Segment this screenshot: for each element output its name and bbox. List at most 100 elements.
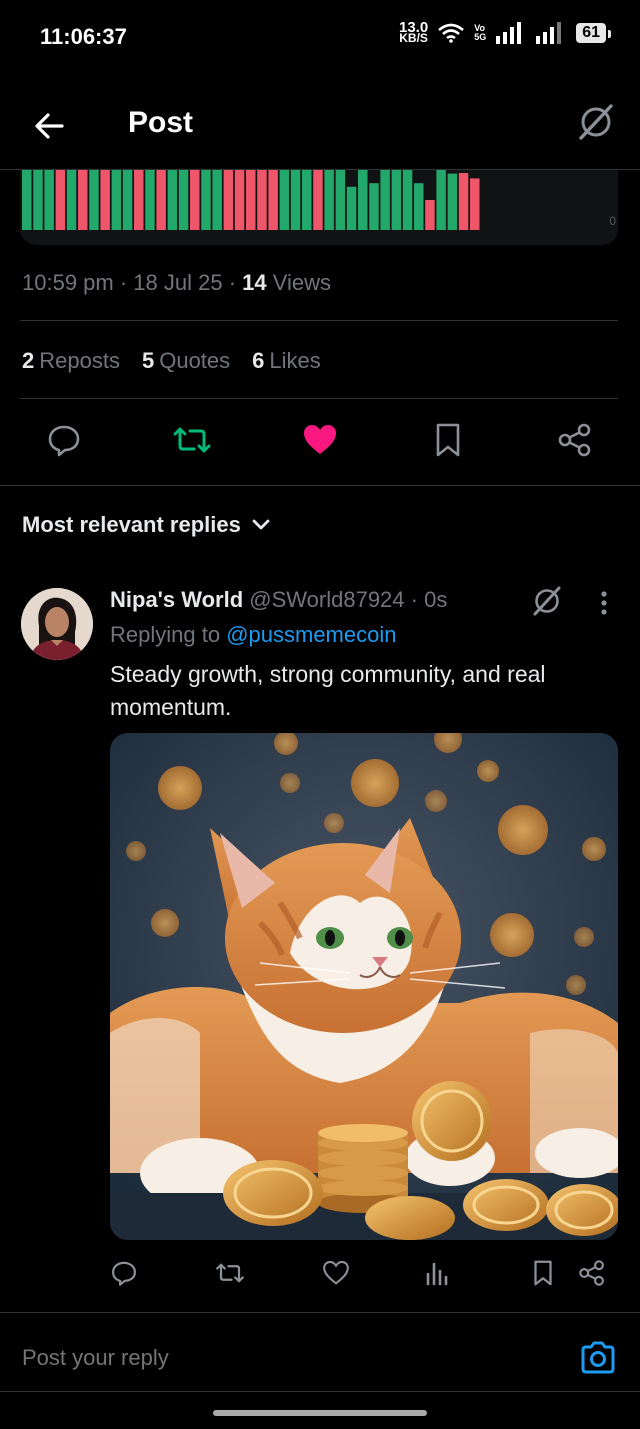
chart-bar [302,170,312,230]
status-bar: 11:06:37 13.0 KB/S Vo 5G 61 [0,0,640,72]
home-indicator[interactable] [213,1410,427,1416]
replies-sort-dropdown[interactable]: Most relevant replies [22,512,271,538]
more-icon[interactable] [592,588,616,620]
chart-bar [380,170,390,230]
chart-bar [268,170,278,230]
divider [0,485,640,486]
reply-reply-button[interactable] [108,1256,140,1290]
reposts-stat[interactable]: 2 Reposts [22,348,120,374]
retweet-button[interactable] [172,418,212,462]
reply-views-button[interactable] [421,1256,453,1290]
post-meta: 10:59 pm · 18 Jul 25 · 14 Views [22,270,331,296]
chart-bar [22,170,32,230]
replying-to: Replying to @pussmemecoin [110,622,396,648]
chart-bar [201,170,211,230]
chart-bar [324,170,334,230]
share-button[interactable] [555,418,595,462]
grok-icon[interactable] [574,100,618,144]
views-label[interactable]: Views [267,270,331,295]
meta-separator: · [222,270,243,295]
chart-bar [470,178,480,230]
reply-handle[interactable]: @SWorld87924 [249,587,404,612]
status-icons: 13.0 KB/S Vo 5G 61 [399,20,611,45]
chart-bar [257,170,267,230]
chart-bar [279,170,290,230]
chart-bar [167,170,178,230]
reply-time: · 0s [404,587,448,612]
chart-bar [122,170,133,230]
reply-display-name[interactable]: Nipa's World [110,587,243,612]
reply-media-image[interactable] [110,733,618,1240]
reply-button[interactable] [44,418,84,462]
reply-like-button[interactable] [320,1256,352,1290]
reply-bookmark-button[interactable] [527,1256,559,1290]
status-time: 11:06:37 [40,24,127,49]
chart-bar [436,170,446,230]
views-icon [426,1262,448,1286]
bookmark-icon [436,423,460,457]
chart-bar [100,170,110,230]
divider [20,398,618,399]
reply-action-bar [0,1256,640,1292]
bookmark-button[interactable] [428,418,468,462]
chart-bar [111,170,122,230]
chart-bar [447,173,458,230]
chart-bar [414,183,424,230]
retweet-icon [216,1263,244,1283]
replies-sort-label: Most relevant replies [22,512,241,537]
reply-icon [112,1261,136,1286]
chart-bar [391,170,402,230]
camera-icon[interactable] [578,1338,618,1378]
retweet-icon [173,427,211,453]
candlestick-chart [22,170,480,230]
reply-author[interactable]: Nipa's World @SWorld87924 · 0s [110,587,447,613]
volte-bottom: 5G [474,32,487,42]
bookmark-icon [534,1260,552,1286]
chart-bar [134,170,144,230]
chart-bar [402,170,413,230]
chart-bar [358,170,368,230]
chart-axis-label: 0 [609,214,616,228]
reply-share-button[interactable] [576,1256,608,1290]
chart-bar [178,170,189,230]
signal-icon-2 [536,22,562,44]
chart-bar [246,170,256,230]
page-title: Post [128,106,194,139]
chart-bar [458,173,469,230]
network-speed-unit: KB/S [399,31,428,45]
share-icon [558,423,591,457]
reposts-label: Reposts [39,348,120,373]
chart-bar [44,170,54,230]
quotes-stat[interactable]: 5 Quotes [142,348,230,374]
reply-icon [48,425,80,457]
replying-mention[interactable]: @pussmemecoin [226,622,396,647]
volte-indicator: Vo 5G [474,24,486,42]
views-count[interactable]: 14 [242,270,266,295]
chart-bar [145,170,155,230]
chart-bar [425,200,435,230]
chart-bar [55,170,66,230]
reply-composer [0,1312,640,1392]
chart-bar [190,170,200,230]
chart-bar [66,170,77,230]
reply-text: Steady growth, strong community, and rea… [110,661,546,720]
reply-retweet-button[interactable] [214,1256,246,1290]
back-arrow-icon[interactable] [28,104,72,148]
divider [20,320,618,321]
post-time: 10:59 pm [22,270,114,295]
chevron-down-icon [252,519,270,530]
engagement-stats: 2 Reposts 5 Quotes 6 Likes [22,348,321,374]
avatar-image [21,588,93,660]
post-action-bar [0,418,640,468]
replying-prefix: Replying to [110,622,227,647]
chart-preview[interactable]: 0 [20,170,618,245]
chart-bar [346,186,357,230]
likes-stat[interactable]: 6 Likes [252,348,321,374]
like-button[interactable] [300,418,340,462]
reposts-count: 2 [22,348,35,373]
reply-input[interactable] [22,1345,522,1371]
heart-icon [304,425,336,454]
network-speed: 13.0 KB/S [399,20,428,45]
grok-icon[interactable] [528,582,566,620]
avatar[interactable] [21,588,93,660]
